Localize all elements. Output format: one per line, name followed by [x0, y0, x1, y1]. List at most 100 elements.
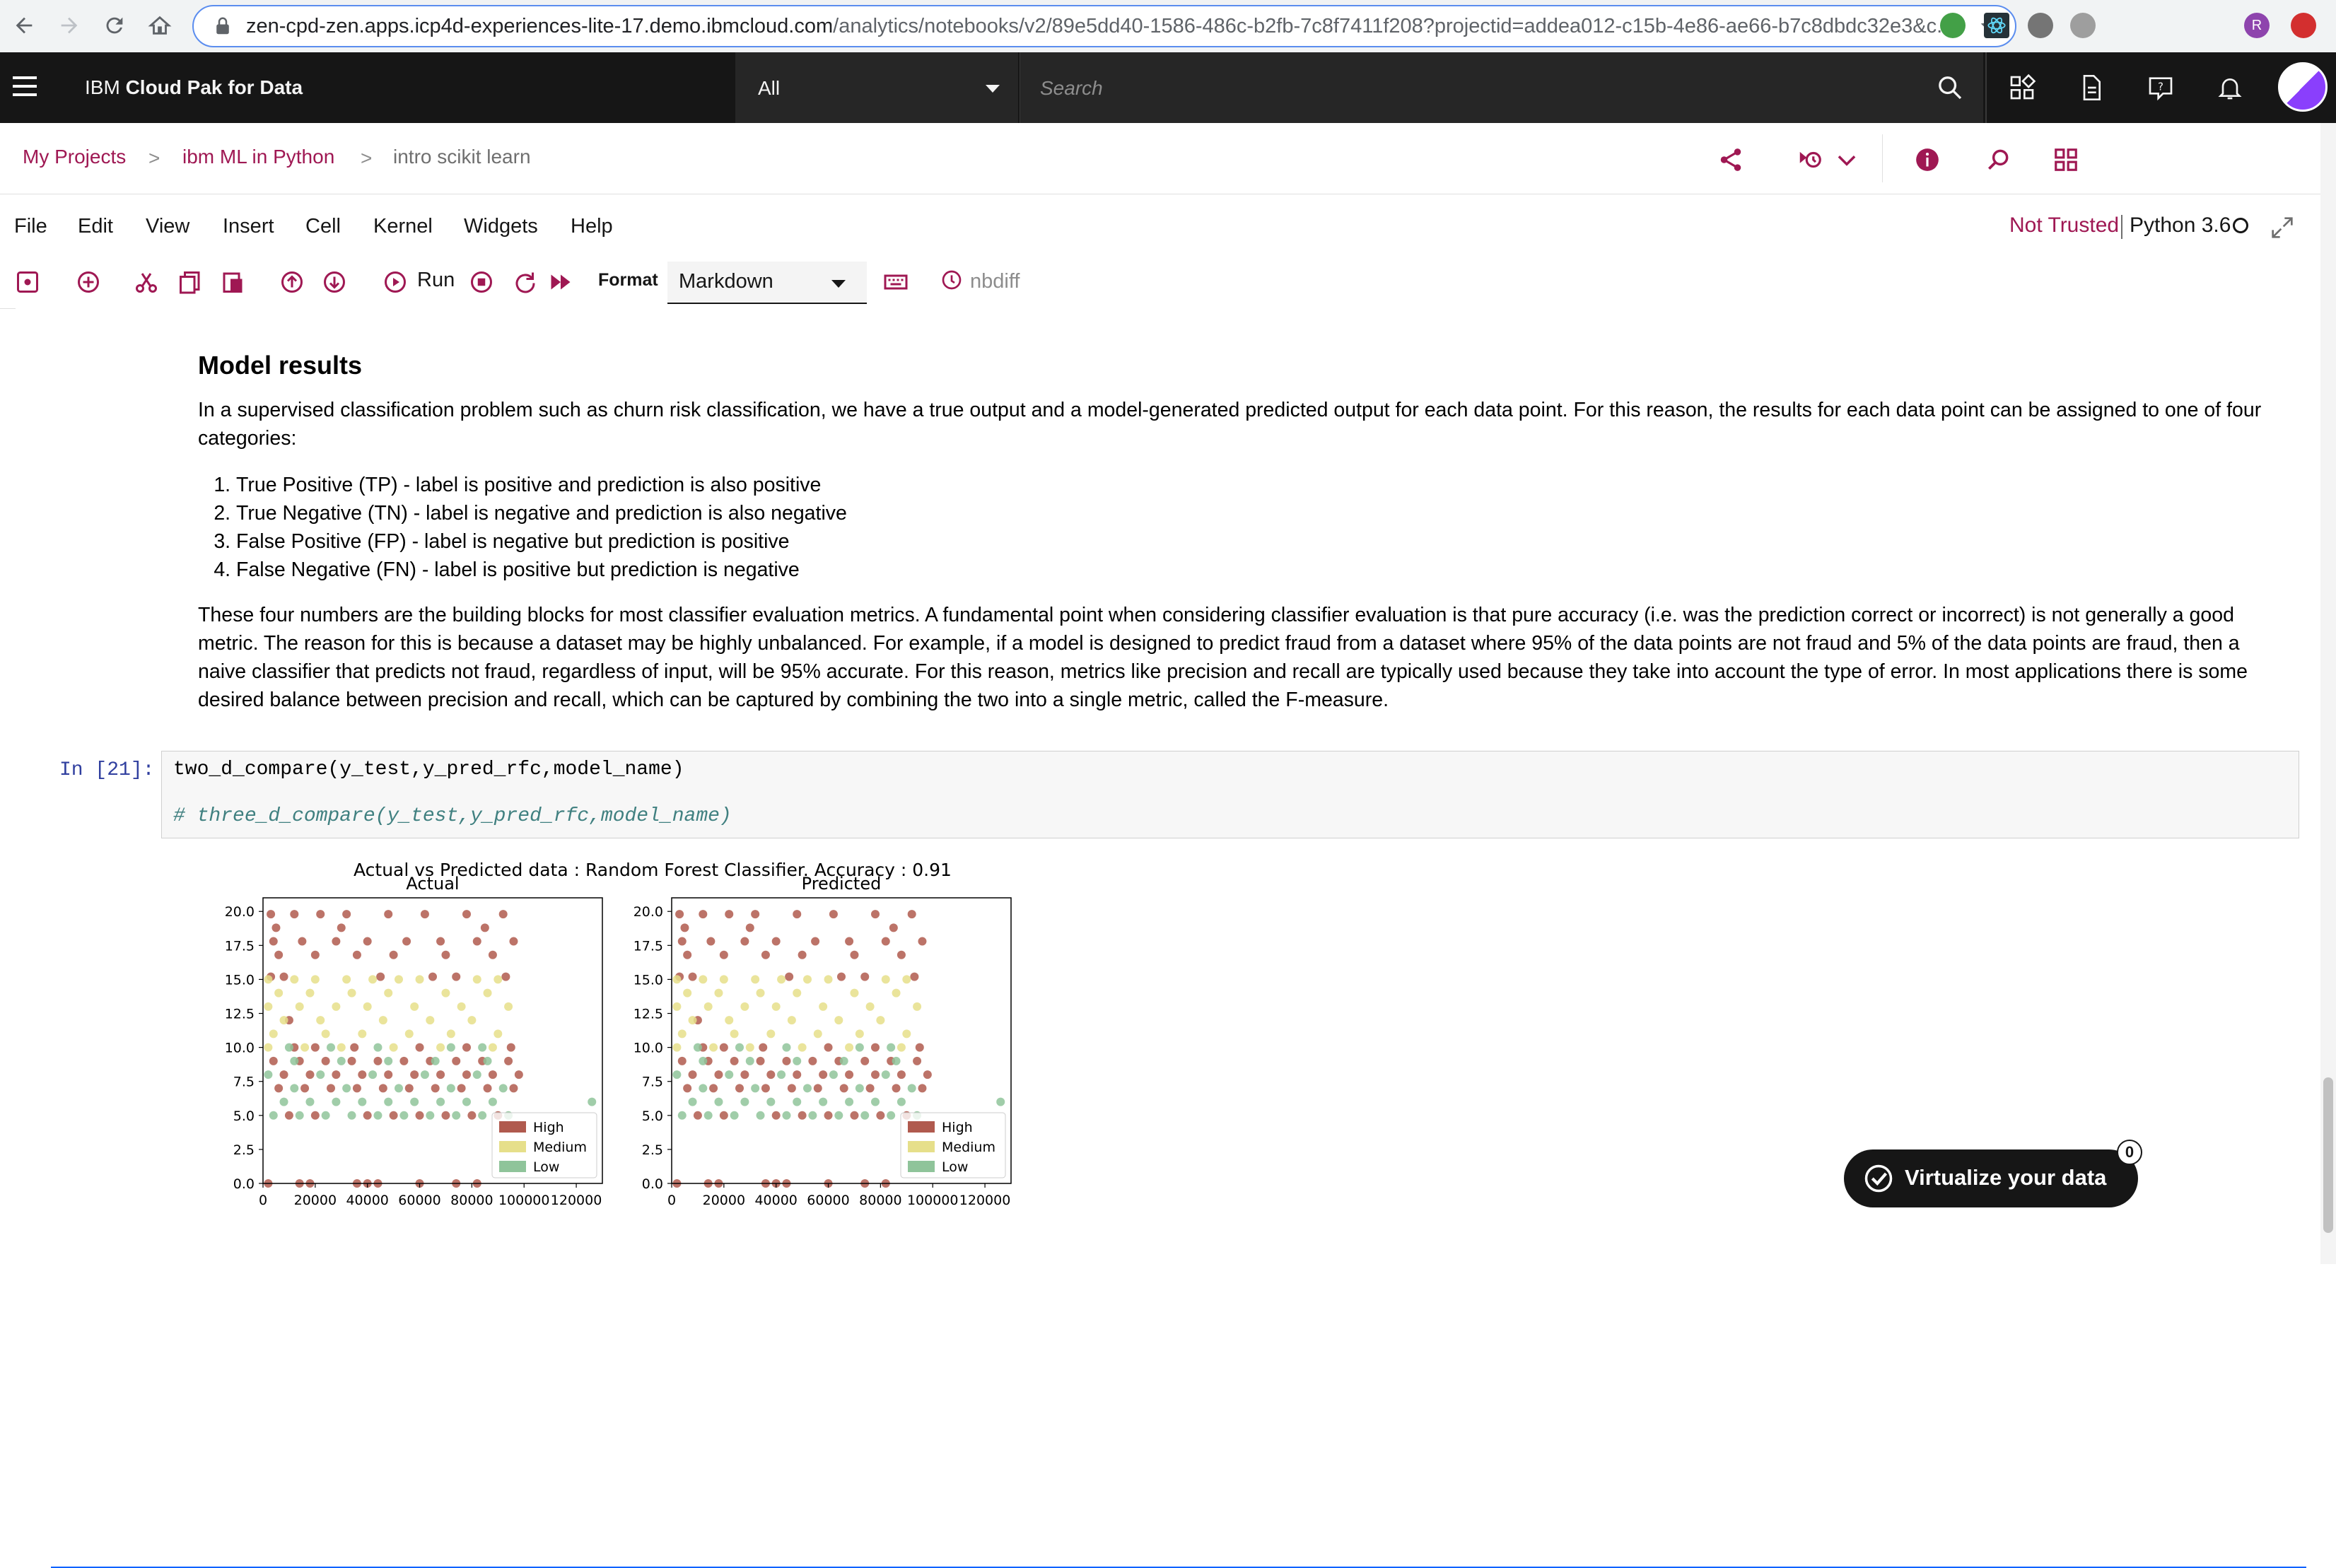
data-point-high [501, 972, 510, 981]
scope-dropdown[interactable]: All [735, 52, 1018, 123]
save-icon[interactable] [11, 266, 44, 298]
restart-icon[interactable] [509, 266, 542, 298]
global-search-input[interactable]: Search [1020, 52, 1983, 123]
add-cell-icon[interactable] [72, 266, 105, 298]
product-name[interactable]: IBM Cloud Pak for Data [85, 76, 303, 99]
data-point-high [740, 937, 749, 946]
data-point-medium [378, 1016, 387, 1025]
breadcrumb-project[interactable]: ibm ML in Python [182, 146, 334, 168]
data-point-high [918, 937, 927, 946]
data-point-medium [321, 1029, 330, 1038]
data-point-high [839, 1084, 848, 1093]
x-tick-label: 120000 [551, 1193, 602, 1208]
copy-icon[interactable] [174, 266, 206, 298]
scrollbar-thumb[interactable] [2323, 1077, 2333, 1233]
paste-icon[interactable] [216, 266, 249, 298]
data-point-medium [793, 988, 802, 997]
find-replace-icon[interactable] [1982, 144, 2014, 175]
menu-insert[interactable]: Insert [223, 215, 274, 238]
data-point-low [446, 1084, 455, 1093]
document-icon[interactable] [2074, 71, 2108, 105]
page-scrollbar[interactable] [2320, 123, 2336, 1264]
menu-help[interactable]: Help [571, 215, 613, 238]
data-point-high [819, 1070, 828, 1080]
data-point-low [290, 1056, 299, 1065]
version-history-icon[interactable] [1794, 144, 1826, 175]
menu-icon[interactable] [13, 76, 37, 99]
data-point-high [399, 1056, 409, 1065]
menu-kernel[interactable]: Kernel [373, 215, 433, 238]
address-bar[interactable]: zen-cpd-zen.apps.icp4d-experiences-lite-… [192, 5, 2016, 47]
virtualize-data-button[interactable]: Virtualize your data [1844, 1149, 2138, 1207]
y-tick-label: 20.0 [225, 904, 255, 920]
home-icon[interactable] [144, 10, 175, 41]
code-line: two_d_compare(y_test,y_pred_rfc,model_na… [173, 759, 684, 780]
search-icon[interactable] [1933, 71, 1967, 105]
data-point-medium [850, 988, 859, 997]
run-icon[interactable] [379, 266, 411, 298]
breadcrumb-separator: > [148, 147, 160, 169]
stop-icon[interactable] [465, 266, 498, 298]
breadcrumb-my-projects[interactable]: My Projects [23, 146, 126, 168]
y-tick-label: 7.5 [233, 1075, 255, 1090]
menu-file[interactable]: File [14, 215, 47, 238]
forward-arrow-icon[interactable] [54, 10, 85, 41]
keyboard-icon[interactable] [880, 266, 912, 298]
data-point-high [759, 1043, 768, 1052]
update-alert-icon[interactable] [2291, 13, 2316, 38]
extension-gray-icon[interactable] [2028, 13, 2053, 38]
cell-type-select[interactable]: Markdown [667, 262, 867, 304]
data-point-high [918, 1084, 927, 1093]
menu-cell[interactable]: Cell [305, 215, 341, 238]
data-point-low [358, 1097, 367, 1106]
back-arrow-icon[interactable] [8, 10, 40, 41]
menu-widgets[interactable]: Widgets [464, 215, 538, 238]
app-switcher-icon[interactable] [2005, 71, 2039, 105]
data-point-high [310, 950, 320, 959]
x-tick-label: 0 [259, 1193, 267, 1208]
move-up-icon[interactable] [276, 266, 308, 298]
data-point-high [719, 950, 728, 959]
markdown-cell[interactable]: Model results In a supervised classifica… [198, 351, 2277, 714]
data-point-high [725, 910, 734, 919]
data-point-low [839, 1056, 848, 1065]
browser-toolbar: zen-cpd-zen.apps.icp4d-experiences-lite-… [0, 0, 2336, 53]
run-all-icon[interactable] [544, 266, 577, 298]
expand-icon[interactable] [2268, 213, 2296, 242]
cut-icon[interactable] [130, 266, 163, 298]
info-icon[interactable] [1912, 144, 1943, 175]
data-point-low [368, 1070, 378, 1080]
menu-edit[interactable]: Edit [78, 215, 113, 238]
data-point-medium [483, 988, 492, 997]
notification-bell-icon[interactable] [2213, 71, 2247, 105]
extension-green-icon[interactable] [1940, 13, 1966, 38]
code-cell-editor[interactable]: two_d_compare(y_test,y_pred_rfc,model_na… [161, 751, 2299, 838]
menu-view[interactable]: View [146, 215, 189, 238]
reload-icon[interactable] [99, 10, 130, 41]
list-item: True Negative (TN) - label is negative a… [236, 499, 2277, 527]
nbdiff-button[interactable]: nbdiff [970, 270, 1020, 293]
data-point-low [478, 1043, 487, 1052]
trust-status[interactable]: Not Trusted [2009, 213, 2119, 238]
data-point-high [771, 1111, 781, 1120]
help-chat-icon[interactable]: ? [2144, 71, 2178, 105]
chevron-down-icon[interactable] [1831, 144, 1862, 175]
run-button-label[interactable]: Run [417, 269, 455, 292]
react-devtools-icon[interactable] [1984, 13, 2009, 38]
breadcrumb-separator: > [361, 147, 373, 169]
data-point-medium [834, 1016, 843, 1025]
data-point-low [751, 1084, 760, 1093]
data-point-high [457, 1084, 466, 1093]
move-down-icon[interactable] [318, 266, 351, 298]
profile-avatar[interactable]: R [2244, 13, 2270, 38]
data-point-high [923, 1070, 932, 1080]
share-icon[interactable] [1715, 144, 1746, 175]
data-point-high [787, 1084, 796, 1093]
extension-circle-icon[interactable] [2070, 13, 2096, 38]
nbdiff-icon[interactable] [940, 269, 963, 291]
layout-grid-icon[interactable] [2050, 144, 2081, 175]
data-point-high [509, 937, 518, 946]
data-point-medium [902, 1029, 911, 1038]
data-point-low [887, 1043, 896, 1052]
user-avatar[interactable] [2278, 62, 2328, 112]
